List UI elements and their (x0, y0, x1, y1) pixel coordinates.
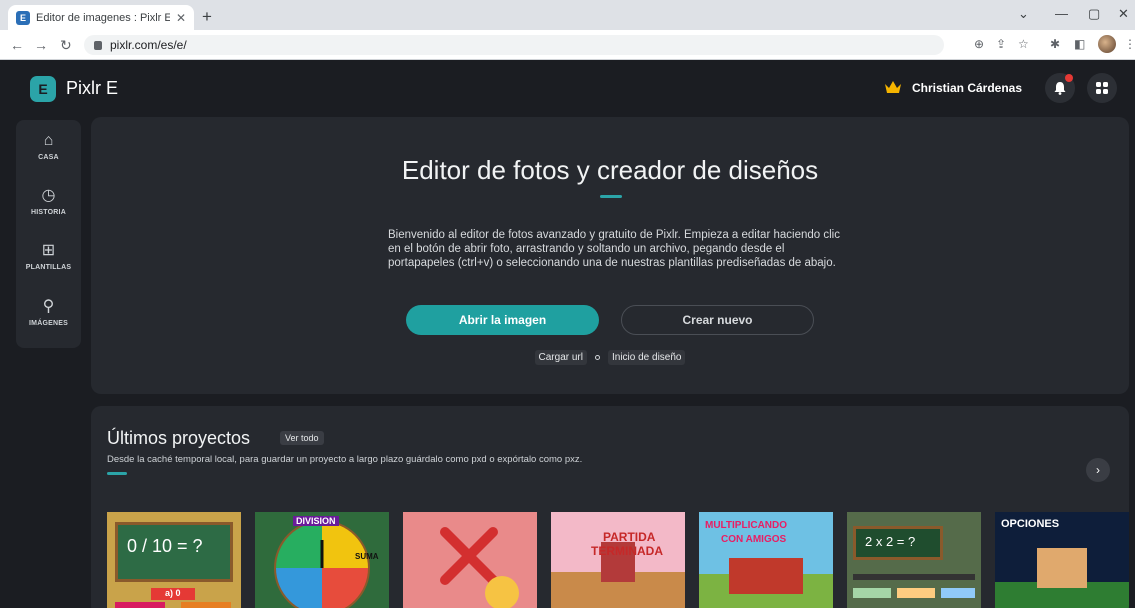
template-icon: ⊞ (41, 242, 56, 259)
see-all-link[interactable]: Ver todo (280, 431, 324, 445)
sidebar-item-label: PLANTILLAS (25, 264, 72, 271)
secondary-links: Cargar url Inicio de diseño (91, 350, 1129, 365)
recent-projects-panel: Últimos proyectos Ver todo Desde la cach… (91, 406, 1129, 608)
browser-tab-bar: E Editor de imagenes : Pixlr E - Gra ✕ +… (0, 0, 1135, 30)
install-icon[interactable]: ⊕ (974, 37, 984, 51)
back-icon[interactable]: ← (10, 37, 24, 53)
answer-box (181, 602, 231, 608)
pixlr-logo-icon[interactable]: E (30, 76, 56, 102)
close-tab-icon[interactable]: ✕ (176, 11, 186, 25)
sidebar-item-label: CASA (38, 154, 59, 161)
thumb-text: 2 x 2 = ? (865, 534, 916, 549)
answer-box (941, 588, 975, 598)
answer-box (853, 588, 891, 598)
sidebar: ⌂ CASA ◷ HISTORIA ⊞ PLANTILLAS ⚲ IMÁGENE… (16, 120, 81, 348)
crown-icon (885, 81, 901, 93)
open-image-button[interactable]: Abrir la imagen (406, 305, 599, 335)
bell-icon (1054, 81, 1066, 95)
tab-search-icon[interactable]: ⌄ (1018, 6, 1029, 22)
sidepanel-icon[interactable]: ◧ (1074, 37, 1085, 51)
hero-panel: Editor de fotos y creador de diseños Bie… (91, 117, 1129, 394)
title-accent (600, 195, 622, 198)
sidebar-item-plantillas[interactable]: ⊞ PLANTILLAS (16, 242, 81, 271)
browser-address-bar: ← → ↻ pixlr.com/es/e/ ⊕ ⇪ ☆ ✱ ◧ ⋮ (0, 30, 1135, 60)
app-header: E Pixlr E Christian Cárdenas (0, 60, 1135, 118)
school-building (729, 558, 803, 594)
answer-bar (853, 574, 975, 580)
project-thumbnail[interactable]: PARTIDA TERMINADA (551, 512, 685, 608)
lock-icon (94, 40, 102, 50)
browser-tab[interactable]: E Editor de imagenes : Pixlr E - Gra ✕ (8, 5, 194, 30)
extensions-icon[interactable]: ✱ (1050, 37, 1060, 51)
design-start-link[interactable]: Inicio de diseño (607, 350, 686, 365)
window-close-icon[interactable]: ✕ (1118, 6, 1129, 22)
project-thumbnail[interactable]: DIVISION SUMA (255, 512, 389, 608)
pixlr-favicon-icon: E (16, 10, 30, 25)
project-thumbnail[interactable]: 0 / 10 = ? a) 0 (107, 512, 241, 608)
recent-title: Últimos proyectos (107, 428, 251, 448)
project-thumbnail[interactable]: MULTIPLICANDO CON AMIGOS (699, 512, 833, 608)
hero-title: Editor de fotos y creador de diseños (401, 155, 819, 185)
sidebar-item-label: IMÁGENES (29, 320, 68, 327)
thumb-text: PARTIDA (603, 530, 656, 544)
thumb-alt-text: CON AMIGOS (721, 534, 787, 545)
recent-subtitle: Desde la caché temporal local, para guar… (107, 454, 583, 465)
url-text: pixlr.com/es/e/ (110, 38, 187, 52)
spinner-wheel (274, 520, 370, 608)
clock-icon: ◷ (41, 187, 56, 204)
next-arrow-icon[interactable]: › (1086, 458, 1110, 482)
answer-box (897, 588, 935, 598)
bookmark-star-icon[interactable]: ☆ (1018, 37, 1029, 51)
answer-box (115, 602, 165, 608)
home-icon: ⌂ (43, 132, 54, 149)
new-tab-icon[interactable]: + (202, 7, 212, 27)
separator-dot (594, 355, 600, 360)
apps-button[interactable] (1087, 73, 1117, 103)
project-thumbnail[interactable]: OPCIONES (995, 512, 1129, 608)
sidebar-item-imagenes[interactable]: ⚲ IMÁGENES (16, 298, 81, 327)
house (1037, 548, 1087, 588)
project-thumbnail[interactable] (403, 512, 537, 608)
project-thumbnail[interactable]: 2 x 2 = ? (847, 512, 981, 608)
thumb-text: MULTIPLICANDO (705, 520, 788, 531)
minimize-icon[interactable]: — (1055, 6, 1068, 21)
forward-icon[interactable]: → (34, 37, 48, 53)
sidebar-item-label: HISTORIA (31, 209, 66, 216)
load-url-link[interactable]: Cargar url (534, 350, 587, 365)
grid-icon (1096, 82, 1108, 94)
thumb-alt-text: a) 0 (165, 588, 181, 598)
brand-name: Pixlr E (66, 78, 119, 98)
create-new-button[interactable]: Crear nuevo (621, 305, 814, 335)
thumb-alt-text: TERMINADA (591, 544, 663, 558)
tab-title: Editor de imagenes : Pixlr E - Gra (36, 11, 170, 24)
thumb-text: 0 / 10 = ? (127, 536, 203, 556)
recent-accent (107, 472, 127, 475)
restore-icon[interactable]: ▢ (1088, 6, 1100, 22)
thumb-text: OPCIONES (1001, 518, 1060, 530)
thumb-alt-text: SUMA (355, 552, 379, 561)
hero-description: Bienvenido al editor de fotos avanzado y… (388, 229, 840, 269)
reload-icon[interactable]: ↻ (60, 37, 72, 54)
sidebar-item-historia[interactable]: ◷ HISTORIA (16, 187, 81, 216)
url-field[interactable]: pixlr.com/es/e/ (84, 35, 944, 55)
sad-emoji-icon (485, 576, 519, 608)
profile-avatar[interactable] (1098, 35, 1116, 53)
thumb-text: DIVISION (293, 516, 339, 526)
sidebar-item-casa[interactable]: ⌂ CASA (16, 132, 81, 161)
notifications-button[interactable] (1045, 73, 1075, 103)
user-name[interactable]: Christian Cárdenas (912, 81, 1022, 95)
search-icon: ⚲ (42, 298, 55, 315)
notification-dot (1065, 74, 1073, 82)
menu-kebab-icon[interactable]: ⋮ (1124, 37, 1135, 51)
share-icon[interactable]: ⇪ (996, 37, 1006, 51)
